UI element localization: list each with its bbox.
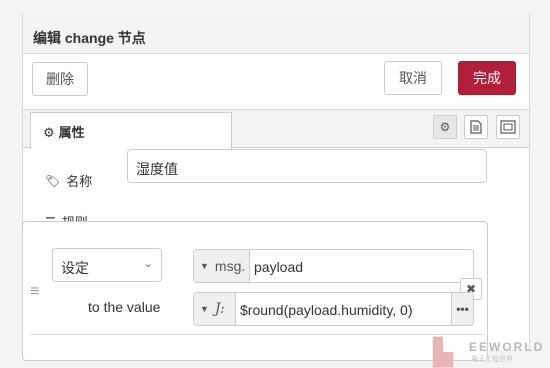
caret-down-icon: ▼	[200, 304, 209, 314]
name-label-text: 名称	[66, 174, 93, 189]
target-type-label: msg.	[214, 258, 246, 274]
rule-value-input[interactable]: ▼ J: $round(payload.humidity, 0) •••	[193, 292, 474, 326]
chevron-down-icon: ⌄	[143, 258, 153, 270]
watermark-brand: EEWORLD	[469, 340, 545, 354]
to-the-value-label: to the value	[88, 299, 161, 315]
target-value: payload	[254, 259, 304, 275]
value-type-selector[interactable]: ▼ J:	[194, 293, 236, 325]
tab-bar: ⚙ 属性 ⚙	[23, 110, 529, 149]
dialog-title: 编辑 change 节点	[23, 14, 529, 54]
cancel-button[interactable]: 取消	[384, 61, 442, 95]
description-tab-button[interactable]	[464, 115, 488, 139]
watermark-subtitle: 电子工程世界	[471, 356, 513, 363]
settings-tab-button[interactable]: ⚙	[433, 115, 457, 139]
gear-icon: ⚙	[439, 120, 451, 134]
rule-divider	[30, 334, 485, 335]
rule-action-value: 设定	[61, 260, 89, 276]
name-field-label: 🏷 名称	[45, 171, 92, 190]
eeworld-logo-icon: ▙	[433, 337, 453, 367]
delete-button[interactable]: 删除	[32, 62, 88, 96]
rule-action-select[interactable]: 设定 ⌄	[52, 248, 162, 282]
watermark: ▙ EEWORLD 电子工程世界	[433, 337, 545, 367]
rule-value: $round(payload.humidity, 0)	[240, 302, 413, 318]
tag-icon: 🏷	[45, 173, 61, 188]
gear-icon: ⚙	[43, 125, 55, 140]
tab-properties-label: 属性	[58, 125, 85, 140]
ellipsis-icon: •••	[456, 302, 469, 316]
target-type-selector[interactable]: ▼ msg.	[194, 250, 250, 282]
rule-target-input[interactable]: ▼ msg. payload	[193, 249, 474, 283]
jsonata-icon: J:	[214, 301, 225, 317]
tab-properties[interactable]: ⚙ 属性	[30, 112, 232, 149]
done-button[interactable]: 完成	[458, 61, 516, 95]
appearance-icon	[500, 120, 516, 134]
dialog-toolbar: 删除 取消 完成	[23, 54, 529, 110]
document-icon	[470, 120, 482, 134]
expand-editor-button[interactable]: •••	[451, 293, 473, 325]
caret-down-icon: ▼	[200, 261, 209, 271]
name-input[interactable]: 湿度值	[127, 149, 487, 183]
drag-handle-icon[interactable]: ≡	[30, 283, 39, 301]
appearance-tab-button[interactable]	[496, 115, 520, 139]
rules-list	[22, 221, 488, 361]
